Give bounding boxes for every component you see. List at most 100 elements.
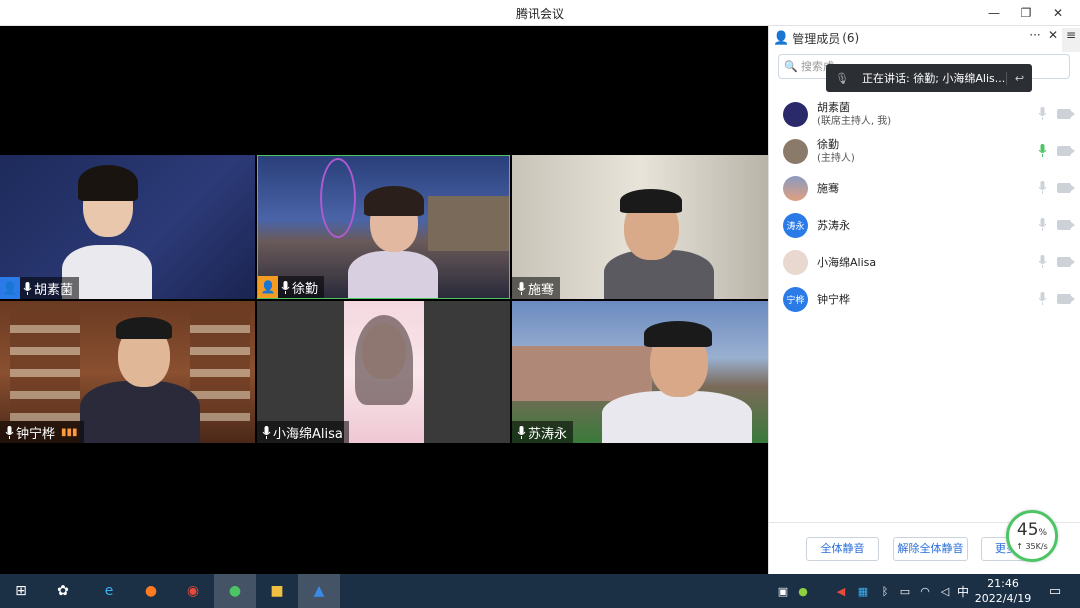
avatar <box>783 250 808 275</box>
mic-icon[interactable] <box>1038 292 1047 305</box>
video-tile-6[interactable]: 苏涛永 <box>512 301 768 443</box>
member-row[interactable]: 小海绵Alisa <box>769 244 1080 281</box>
video-tile-3[interactable]: 施骞 <box>512 155 768 299</box>
tile-label: 👤 徐勤 <box>258 276 325 298</box>
network-percent: 45% <box>1016 520 1048 540</box>
video-tile-5[interactable]: 小海绵Alisa <box>257 301 510 443</box>
member-row[interactable]: 宁桦 钟宁桦 <box>769 281 1080 318</box>
video-tile-4[interactable]: 钟宁桦 ▮▮▮ <box>0 301 255 443</box>
mic-icon <box>20 277 34 299</box>
tencent-meeting-icon[interactable]: ▲ <box>306 578 332 604</box>
close-button[interactable]: ✕ <box>1042 3 1074 23</box>
panel-title: 管理成员 <box>792 31 841 46</box>
window-controls: — ❐ ✕ <box>978 3 1074 23</box>
avatar <box>783 102 808 127</box>
search-icon: 🔍 <box>784 60 798 73</box>
members-icon: 👤 <box>773 30 790 46</box>
clock[interactable]: 21:46 2022/4/19 <box>968 576 1038 606</box>
tile-label: 小海绵Alisa <box>257 421 349 443</box>
mic-icon <box>514 277 528 299</box>
avatar: 涛永 <box>783 213 808 238</box>
member-row[interactable]: 徐勤 (主持人) <box>769 133 1080 170</box>
video-grid: 👤 胡素菌 👤 徐勤 施骞 钟宁桦 ▮▮▮ 小海绵Alisa 苏涛永 <box>0 26 768 574</box>
app-icon[interactable]: ✿ <box>50 578 76 604</box>
close-panel-icon[interactable]: ✕ <box>1044 28 1062 52</box>
mic-icon <box>2 421 16 443</box>
unmute-all-button[interactable]: 解除全体静音 <box>893 537 968 561</box>
avatar: 宁桦 <box>783 287 808 312</box>
windows-start-icon[interactable]: ⊞ <box>8 578 34 604</box>
member-name: 苏涛永 <box>817 218 850 232</box>
ie-icon[interactable]: e <box>96 578 122 604</box>
mic-icon[interactable] <box>1038 218 1047 231</box>
camera-icon[interactable] <box>1057 145 1075 156</box>
window-title: 腾讯会议 <box>515 7 564 21</box>
camera-icon[interactable] <box>1057 108 1075 119</box>
ferris-wheel <box>320 158 356 238</box>
clock-time: 21:46 <box>987 577 1019 590</box>
avatar <box>783 139 808 164</box>
mic-active-icon[interactable] <box>1038 144 1047 157</box>
mic-icon[interactable] <box>1038 181 1047 194</box>
audio-level-icon: ▮▮▮ <box>61 426 78 438</box>
restore-button[interactable]: ❐ <box>1010 3 1042 23</box>
member-row[interactable]: 涛永 苏涛永 <box>769 207 1080 244</box>
avatar <box>783 176 808 201</box>
tile-label: 👤 胡素菌 <box>0 277 80 299</box>
member-row[interactable]: 施骞 <box>769 170 1080 207</box>
camera-icon[interactable] <box>1057 256 1075 267</box>
tray-app-icon[interactable]: ● <box>790 578 816 604</box>
building <box>512 346 652 401</box>
camera-icon[interactable] <box>1057 182 1075 193</box>
video-tile-1[interactable]: 👤 胡素菌 <box>0 155 255 299</box>
mic-icon <box>278 276 292 298</box>
mute-all-button[interactable]: 全体静音 <box>806 537 879 561</box>
camera-icon[interactable] <box>1057 293 1075 304</box>
taskbar: ⊞ ✿ e ● ◉ ● ■ ▲ ▣ ● ◀ ▦ ᛒ ▭ ◠ ◁ 中 21:46 … <box>0 574 1080 608</box>
mic-icon <box>259 421 273 443</box>
participant-name: 苏涛永 <box>528 426 568 442</box>
tile-label: 施骞 <box>512 277 561 299</box>
more-options-icon[interactable]: ··· <box>1026 28 1044 52</box>
participant-name: 小海绵Alisa <box>273 426 343 442</box>
chrome-icon[interactable]: ◉ <box>180 578 206 604</box>
minimize-button[interactable]: — <box>978 3 1010 23</box>
video-tile-2[interactable]: 👤 徐勤 <box>257 155 510 299</box>
clock-date: 2022/4/19 <box>974 592 1032 605</box>
member-name: 施骞 <box>817 181 839 195</box>
background-poster <box>150 175 250 275</box>
mic-icon[interactable] <box>1038 107 1047 120</box>
members-panel: 👤 管理成员 (6) ··· ✕ ≡ 🔍 搜索成 胡素菌 (联席主持人, 我) … <box>768 26 1080 574</box>
mic-icon[interactable] <box>1038 255 1047 268</box>
tile-label: 钟宁桦 ▮▮▮ <box>0 421 84 443</box>
cohost-badge-icon: 👤 <box>258 276 278 298</box>
network-widget[interactable]: 45% ↑ 35K/s <box>1006 510 1058 562</box>
speaking-text: 正在讲话: 徐勤; 小海绵Alis... <box>862 72 1006 85</box>
notification-icon[interactable]: ▭ <box>1042 578 1068 604</box>
mic-icon: 🎙 <box>835 71 849 85</box>
mic-icon <box>514 421 528 443</box>
member-name: 钟宁桦 <box>817 292 850 306</box>
panel-header: 👤 管理成员 (6) ··· ✕ ≡ <box>769 26 1080 52</box>
member-name: 徐勤 <box>817 138 839 151</box>
member-row[interactable]: 胡素菌 (联席主持人, 我) <box>769 96 1080 133</box>
return-icon[interactable]: ↩ <box>1006 71 1032 85</box>
member-list: 胡素菌 (联席主持人, 我) 徐勤 (主持人) 施骞 涛永 苏涛永 小海绵Ali… <box>769 96 1080 318</box>
wechat-icon[interactable]: ● <box>222 578 248 604</box>
participant-name: 钟宁桦 <box>16 426 56 442</box>
participant-name: 胡素菌 <box>34 282 74 298</box>
building <box>428 196 509 251</box>
speaking-indicator: 🎙 正在讲话: 徐勤; 小海绵Alis... ↩ <box>826 64 1032 92</box>
folder-icon[interactable]: ■ <box>264 578 290 604</box>
participant-name: 徐勤 <box>292 281 319 297</box>
member-name: 胡素菌 <box>817 101 850 114</box>
member-role: (联席主持人, 我) <box>817 116 892 127</box>
firefox-icon[interactable]: ● <box>138 578 164 604</box>
host-badge-icon: 👤 <box>0 277 20 299</box>
member-role: (主持人) <box>817 153 855 164</box>
camera-icon[interactable] <box>1057 219 1075 230</box>
menu-icon[interactable]: ≡ <box>1062 28 1080 52</box>
member-name: 小海绵Alisa <box>817 255 877 269</box>
participant-name: 施骞 <box>528 282 555 298</box>
member-count: (6) <box>842 31 860 45</box>
